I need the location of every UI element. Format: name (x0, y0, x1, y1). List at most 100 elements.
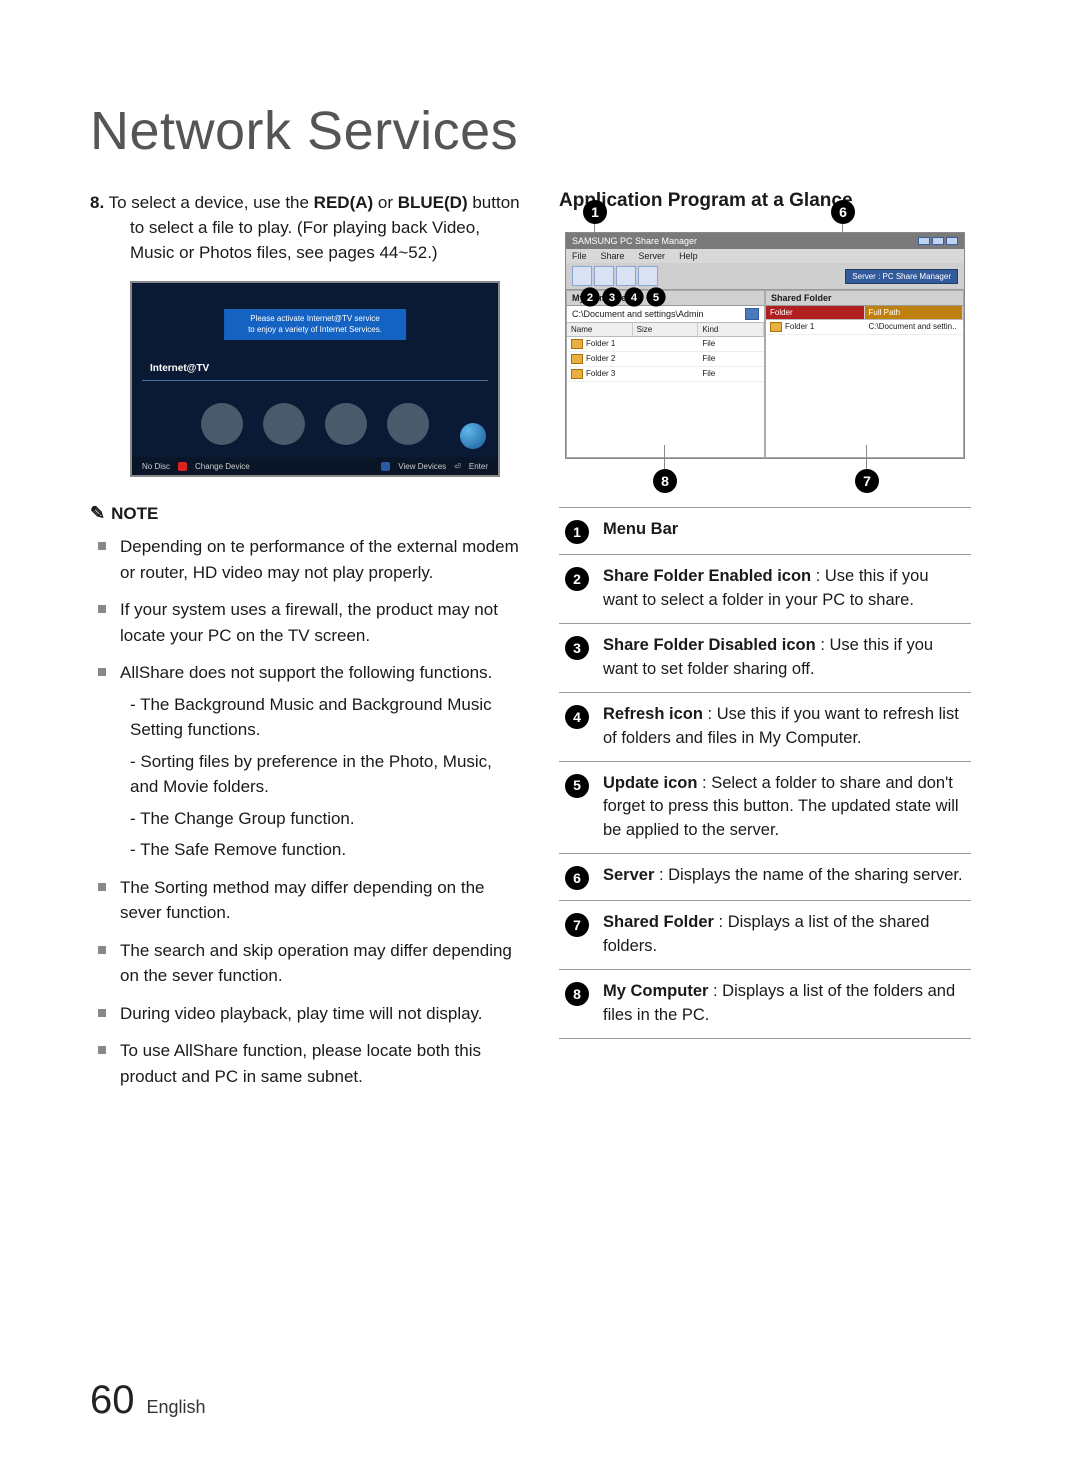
legend-bold: Refresh icon (603, 705, 703, 723)
legend-num-5: 5 (565, 774, 589, 798)
tv-icon-2 (263, 403, 305, 445)
note-heading: ✎ NOTE (90, 503, 521, 524)
legend-num-6: 6 (565, 866, 589, 890)
callout-5: 5 (646, 287, 665, 306)
right-col-headers: Folder Full Path (766, 306, 963, 320)
share-enabled-icon (572, 266, 592, 286)
legend-row: 1 Menu Bar (559, 508, 971, 555)
red-a-label: RED(A) (314, 193, 374, 212)
legend-num-2: 2 (565, 567, 589, 591)
enter-icon: ⏎ (454, 462, 461, 471)
tv-service-icons (201, 403, 429, 445)
legend-bold: My Computer (603, 982, 708, 1000)
app-glance-heading: Application Program at a Glance (559, 190, 990, 212)
globe-icon (460, 423, 486, 449)
folder-icon (745, 308, 759, 320)
tv-footer-nodisc: No Disc (142, 462, 170, 471)
legend-num-4: 4 (565, 705, 589, 729)
tv-banner-line1: Please activate Internet@TV service (248, 314, 382, 324)
note-item: AllShare does not support the following … (120, 660, 521, 863)
table-row: Folder 2 File (567, 352, 764, 367)
window-title-bar: SAMSUNG PC Share Manager (566, 233, 964, 249)
legend-num-3: 3 (565, 636, 589, 660)
note-list: Depending on te performance of the exter… (90, 534, 521, 1089)
row-name: Folder 2 (567, 352, 633, 366)
blue-key-icon (381, 462, 390, 471)
shared-folder-head: Shared Folder (766, 291, 963, 306)
legend-bold: Share Folder Disabled icon (603, 636, 816, 654)
menu-bar: File Share Server Help (566, 249, 964, 263)
note-item: Depending on te performance of the exter… (120, 534, 521, 585)
page-language: English (147, 1397, 206, 1418)
note-icon: ✎ (90, 503, 105, 524)
row-kind: File (698, 352, 764, 366)
tv-icon-4 (387, 403, 429, 445)
callout-1: 1 (583, 200, 607, 224)
legend-row: 8 My Computer : Displays a list of the f… (559, 970, 971, 1039)
tv-footer-enter: Enter (469, 462, 488, 471)
toolbar: Server : PC Share Manager (566, 263, 964, 290)
legend-row: 6 Server : Displays the name of the shar… (559, 854, 971, 901)
row-size (633, 367, 699, 381)
row-kind: File (698, 337, 764, 351)
window-buttons (918, 237, 958, 245)
page-title: Network Services (90, 100, 990, 162)
note-item: The Sorting method may differ depending … (120, 875, 521, 926)
legend-row: 2 Share Folder Enabled icon : Use this i… (559, 555, 971, 624)
table-row: Folder 3 File (567, 367, 764, 382)
step-8: 8. To select a device, use the RED(A) or… (90, 190, 521, 265)
callout-8: 8 (653, 469, 677, 493)
legend-row: 5 Update icon : Select a folder to share… (559, 762, 971, 855)
legend-bold: Server (603, 866, 654, 884)
maximize-icon (932, 237, 944, 245)
note-item-text: AllShare does not support the following … (120, 663, 492, 682)
app-figure: 1 6 SAMSUNG PC Share Manager File Share … (565, 232, 990, 459)
row-name: Folder 1 (567, 337, 633, 351)
legend-bold: Shared Folder (603, 913, 714, 931)
note-item: The search and skip operation may differ… (120, 938, 521, 989)
menu-server: Server (639, 251, 666, 261)
row-size (633, 352, 699, 366)
legend-table: 1 Menu Bar 2 Share Folder Enabled icon :… (559, 507, 971, 1039)
step-text-1: To select a device, use the (109, 193, 314, 212)
blue-d-label: BLUE(D) (398, 193, 468, 212)
legend-num-1: 1 (565, 520, 589, 544)
shared-folder-pane: Shared Folder Folder Full Path Folder 1 … (765, 290, 964, 458)
tv-footer-view: View Devices (398, 462, 446, 471)
note-label: NOTE (111, 504, 158, 524)
update-icon (638, 266, 658, 286)
path-bar: C:\Document and settings\Admin (567, 306, 764, 323)
legend-row: 4 Refresh icon : Use this if you want to… (559, 693, 971, 762)
window-title: SAMSUNG PC Share Manager (572, 236, 697, 246)
subnote-item: The Change Group function. (130, 806, 521, 832)
tv-banner-line2: to enjoy a variety of Internet Services. (248, 325, 382, 335)
note-sublist: The Background Music and Background Musi… (120, 692, 521, 863)
tv-screenshot: Please activate Internet@TV service to e… (130, 281, 500, 477)
col-folder: Folder (766, 306, 865, 319)
share-disabled-icon (594, 266, 614, 286)
page-number: 60 (90, 1378, 135, 1423)
tv-footer-change: Change Device (195, 462, 250, 471)
legend-row: 3 Share Folder Disabled icon : Use this … (559, 624, 971, 693)
menu-help: Help (679, 251, 698, 261)
legend-num-8: 8 (565, 982, 589, 1006)
callout-7: 7 (855, 469, 879, 493)
tv-icon-1 (201, 403, 243, 445)
legend-row: 7 Shared Folder : Displays a list of the… (559, 901, 971, 970)
col-size: Size (633, 323, 699, 336)
legend-bold: Menu Bar (603, 520, 678, 538)
row-folder: Folder 1 (766, 320, 865, 334)
refresh-icon (616, 266, 636, 286)
tv-internet-label: Internet@TV (150, 363, 209, 374)
subnote-item: Sorting files by preference in the Photo… (130, 749, 521, 800)
callout-3: 3 (602, 287, 621, 306)
row-kind: File (698, 367, 764, 381)
server-status: Server : PC Share Manager (845, 269, 958, 284)
note-item: During video playback, play time will no… (120, 1001, 521, 1027)
minimize-icon (918, 237, 930, 245)
step-number: 8. (90, 193, 104, 212)
row-size (633, 337, 699, 351)
red-key-icon (178, 462, 187, 471)
tv-footer: No Disc Change Device View Devices ⏎ Ent… (132, 457, 498, 475)
page-footer: 60 English (90, 1378, 206, 1423)
